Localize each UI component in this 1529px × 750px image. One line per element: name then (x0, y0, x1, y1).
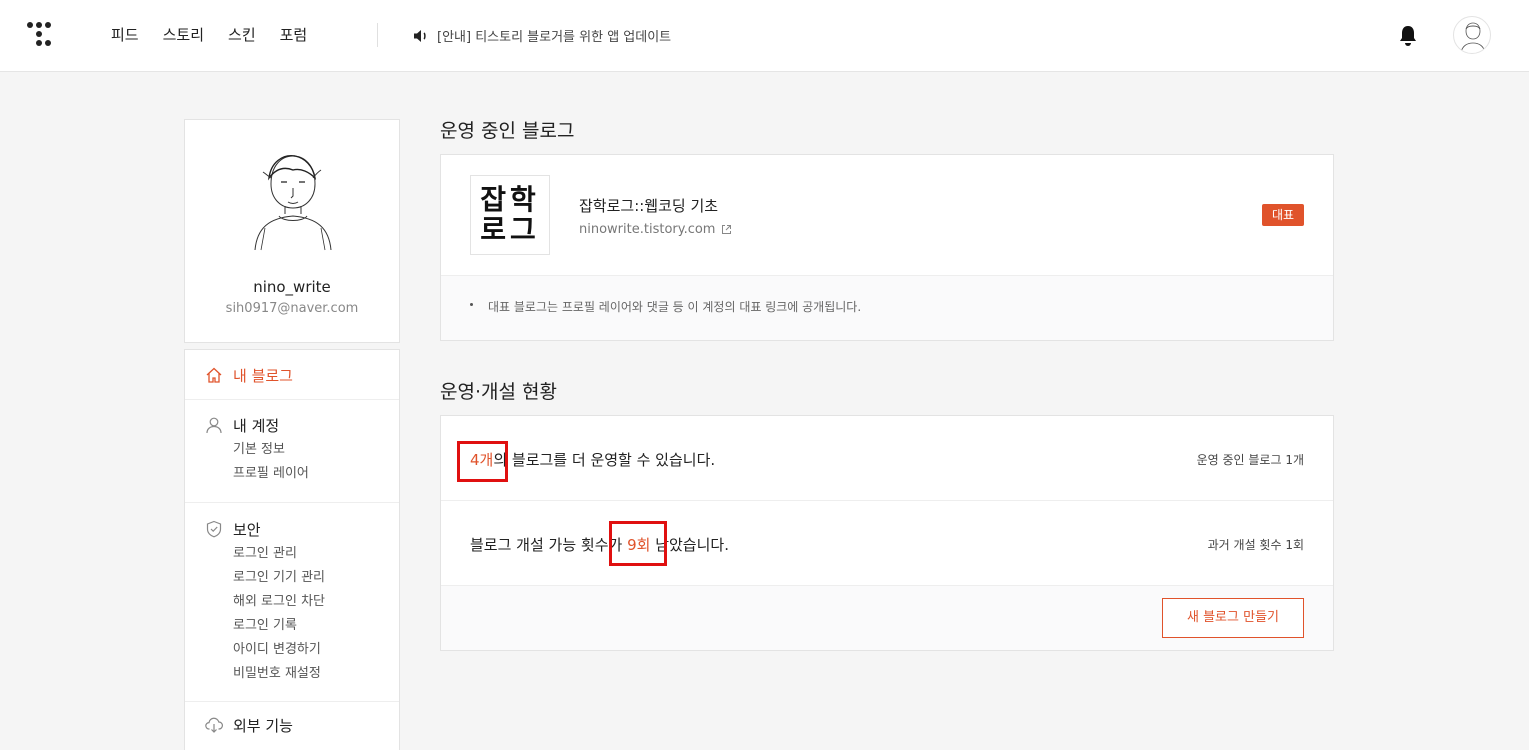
home-icon (204, 365, 224, 385)
menu-reset-password[interactable]: 비밀번호 재설정 (185, 662, 399, 686)
blog-thumbnail[interactable]: 잡학 로그 (470, 175, 550, 255)
menu-section-security: 보안 로그인 관리 로그인 기기 관리 해외 로그인 차단 로그인 기록 아이디… (185, 503, 399, 702)
create-message: 블로그 개설 가능 횟수가 9회 남았습니다. (470, 534, 729, 555)
menu-account-label: 내 계정 (233, 416, 280, 435)
past-create-count: 과거 개설 횟수 1회 (1207, 538, 1304, 552)
status-row-operate: 4개의 블로그를 더 운영할 수 있습니다. 운영 중인 블로그 1개 (441, 416, 1333, 501)
menu-section-external: 외부 기능 (185, 702, 399, 750)
cloud-download-icon (204, 715, 224, 735)
menu-change-id[interactable]: 아이디 변경하기 (185, 638, 399, 662)
menu-login-devices[interactable]: 로그인 기기 관리 (185, 566, 399, 590)
blogs-section-title: 운영 중인 블로그 (440, 120, 575, 142)
nav-feed[interactable]: 피드 (111, 24, 139, 45)
thumb-line-2: 로그 (480, 213, 540, 246)
profile-name: nino_write (253, 278, 331, 296)
bell-icon[interactable] (1397, 24, 1419, 48)
create-message-start: 블로그 개설 가능 횟수가 (470, 536, 628, 554)
notice-link[interactable]: [안내] 티스토리 블로거를 위한 앱 업데이트 (413, 26, 671, 45)
new-blog-button[interactable]: 새 블로그 만들기 (1162, 598, 1304, 638)
side-menu: 내 블로그 내 계정 기본 정보 프로필 레이어 보안 로그인 관리 로그인 기… (184, 349, 400, 750)
blog-thumbnail-text: 잡학 로그 (480, 185, 540, 245)
status-card: 4개의 블로그를 더 운영할 수 있습니다. 운영 중인 블로그 1개 블로그 … (440, 415, 1334, 651)
user-icon (204, 415, 224, 435)
menu-overseas-block[interactable]: 해외 로그인 차단 (185, 590, 399, 614)
nav-divider (377, 23, 378, 47)
profile-sketch-image (254, 155, 332, 251)
menu-account[interactable]: 내 계정 (185, 412, 399, 438)
menu-basic-info[interactable]: 기본 정보 (185, 438, 399, 462)
shield-icon (204, 519, 224, 539)
blog-note-text: 대표 블로그는 프로필 레이어와 댓글 등 이 계정의 대표 링크에 공개됩니다… (488, 300, 862, 314)
header-avatar[interactable] (1453, 16, 1491, 54)
representative-badge: 대표 (1262, 204, 1304, 226)
menu-external-label: 외부 기능 (233, 716, 293, 735)
tistory-logo[interactable] (24, 20, 56, 52)
highlight-box-remaining (609, 521, 667, 566)
menu-my-blog-label: 내 블로그 (233, 366, 293, 385)
operate-message-rest: 의 블로그를 더 운영할 수 있습니다. (493, 451, 716, 469)
menu-external[interactable]: 외부 기능 (185, 712, 399, 738)
profile-email: sih0917@naver.com (225, 301, 359, 316)
bullet-dot (470, 303, 473, 306)
blog-url-link[interactable]: ninowrite.tistory.com (579, 222, 732, 237)
menu-section-account: 내 계정 기본 정보 프로필 레이어 (185, 400, 399, 503)
highlight-box-count (457, 441, 508, 482)
avatar-sketch-icon (1460, 22, 1486, 53)
operating-blog-count: 운영 중인 블로그 1개 (1196, 453, 1304, 467)
nav-story[interactable]: 스토리 (163, 24, 204, 45)
menu-security[interactable]: 보안 (185, 516, 399, 542)
status-footer: 새 블로그 만들기 (441, 586, 1333, 650)
menu-my-blog[interactable]: 내 블로그 (185, 362, 399, 388)
status-row-create: 블로그 개설 가능 횟수가 9회 남았습니다. 과거 개설 횟수 1회 (441, 501, 1333, 586)
menu-security-label: 보안 (233, 520, 261, 539)
nav-forum[interactable]: 포럼 (280, 24, 308, 45)
speaker-icon (414, 29, 426, 42)
profile-card: nino_write sih0917@naver.com (184, 119, 400, 343)
blog-name[interactable]: 잡학로그::웹코딩 기초 (579, 195, 718, 216)
menu-profile-layer[interactable]: 프로필 레이어 (185, 462, 399, 486)
nav-skin[interactable]: 스킨 (228, 24, 256, 45)
blog-card-main: 잡학 로그 잡학로그::웹코딩 기초 ninowrite.tistory.com … (441, 155, 1333, 276)
blog-note: 대표 블로그는 프로필 레이어와 댓글 등 이 계정의 대표 링크에 공개됩니다… (441, 276, 1333, 340)
menu-login-history[interactable]: 로그인 기록 (185, 614, 399, 638)
notice-text: [안내] 티스토리 블로거를 위한 앱 업데이트 (437, 30, 672, 45)
menu-login-manage[interactable]: 로그인 관리 (185, 542, 399, 566)
menu-section-my-blog: 내 블로그 (185, 350, 399, 400)
external-link-icon (722, 225, 732, 234)
status-section-title: 운영·개설 현황 (440, 381, 557, 403)
top-header: 피드 스토리 스킨 포럼 [안내] 티스토리 블로거를 위한 앱 업데이트 (0, 0, 1529, 72)
blog-url: ninowrite.tistory.com (579, 222, 716, 237)
main-nav: 피드 스토리 스킨 포럼 (111, 24, 331, 45)
blog-card: 잡학 로그 잡학로그::웹코딩 기초 ninowrite.tistory.com … (440, 154, 1334, 341)
thumb-line-1: 잡학 (480, 183, 540, 216)
